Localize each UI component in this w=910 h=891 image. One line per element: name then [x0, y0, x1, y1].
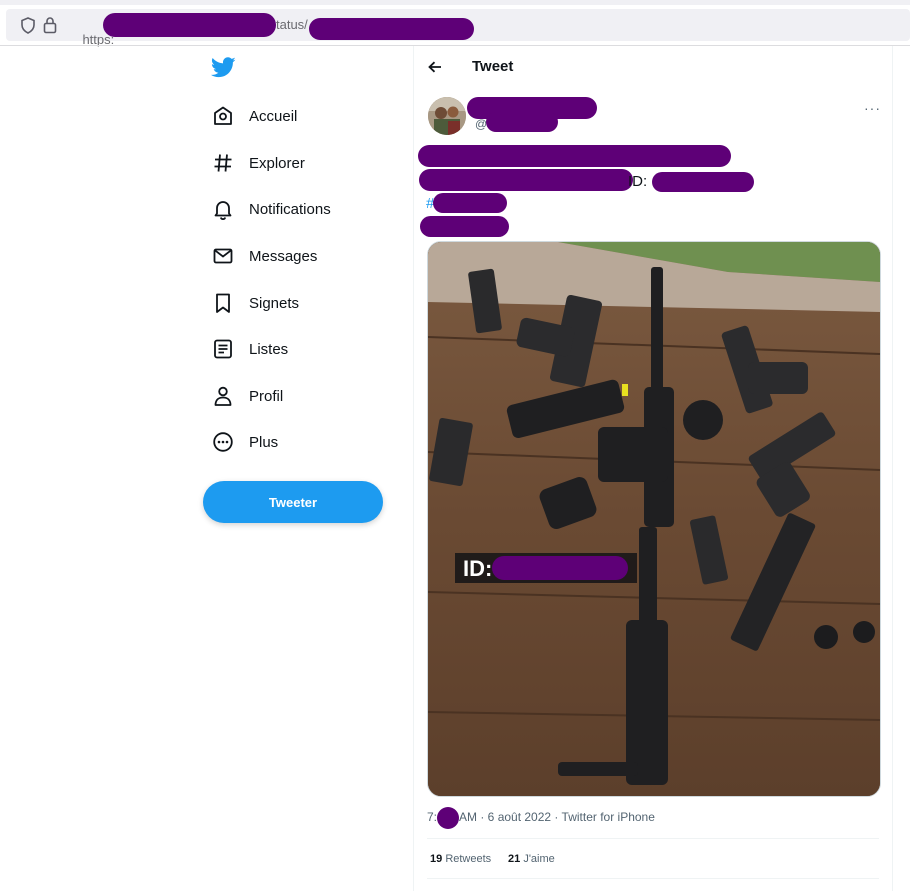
redaction-mark [486, 112, 558, 132]
nav-label-lists: Listes [249, 340, 289, 358]
back-arrow-icon[interactable] [424, 56, 446, 78]
avatar[interactable] [428, 97, 466, 135]
retweets-count: 19 [430, 853, 443, 865]
shield-icon[interactable] [20, 17, 36, 39]
bookmark-icon [211, 291, 235, 315]
redaction-mark [437, 807, 459, 829]
nav-item-notifications[interactable]: Notifications [211, 194, 331, 224]
tweet-media-image[interactable] [427, 241, 881, 797]
redaction-mark [652, 172, 754, 192]
retweets-label: Retweets [445, 853, 492, 865]
nav-label-messages: Messages [249, 247, 318, 265]
envelope-icon [211, 244, 235, 268]
url-segment: tatus/ [276, 17, 308, 32]
nav-label-profile: Profil [249, 387, 284, 405]
column-border-right [892, 46, 893, 891]
nav-item-profile[interactable]: Profil [211, 381, 283, 411]
lock-icon[interactable] [43, 16, 57, 39]
tweet-timestamp: 7: AM · 6 août 2022 · Twitter for iPhone [427, 810, 655, 824]
column-border-left [413, 46, 414, 891]
redaction-mark [309, 18, 474, 40]
redaction-mark [103, 13, 276, 37]
nav-item-home[interactable]: Accueil [211, 101, 297, 131]
more-options-icon[interactable]: ··· [864, 100, 881, 116]
nav-item-bookmarks[interactable]: Signets [211, 288, 299, 318]
nav-label-more: Plus [249, 433, 279, 451]
nav-item-messages[interactable]: Messages [211, 241, 317, 271]
more-circle-icon [211, 430, 235, 454]
likes-count: 21 [508, 853, 521, 865]
nav-label-home: Accueil [249, 107, 298, 125]
browser-top-strip [0, 0, 910, 5]
nav-label-bookmarks: Signets [249, 294, 300, 312]
bell-icon [211, 197, 235, 221]
nav-item-lists[interactable]: Listes [211, 334, 288, 364]
browser-divider [0, 45, 910, 46]
redaction-mark [433, 193, 507, 213]
person-icon [211, 384, 235, 408]
likes-label: J'aime [523, 853, 555, 865]
nav-item-more[interactable]: Plus [211, 427, 278, 457]
nav-label-explore: Explorer [249, 154, 305, 172]
nav-item-explore[interactable]: Explorer [211, 148, 305, 178]
redaction-mark [419, 169, 633, 191]
page-title: Tweet [472, 58, 514, 75]
retweets-stat[interactable]: 19 Retweets [430, 853, 491, 865]
hashtag-icon [211, 151, 235, 175]
media-overlay-id: ID: [463, 556, 493, 581]
list-icon [211, 337, 235, 361]
redaction-mark [418, 145, 731, 167]
time-prefix: 7: [427, 810, 438, 824]
tweet-id-label: ID: [628, 173, 648, 190]
twitter-bird-icon[interactable] [210, 57, 236, 83]
time-suffix: AM · 6 août 2022 · Twitter for iPhone [459, 810, 655, 824]
home-icon [211, 104, 235, 128]
redaction-mark [492, 556, 628, 580]
redaction-mark [420, 216, 509, 237]
nav-label-notifications: Notifications [249, 200, 331, 218]
divider [427, 878, 879, 879]
likes-stat[interactable]: 21 J'aime [508, 853, 555, 865]
tweet-button[interactable]: Tweeter [203, 481, 383, 523]
divider [427, 838, 879, 839]
